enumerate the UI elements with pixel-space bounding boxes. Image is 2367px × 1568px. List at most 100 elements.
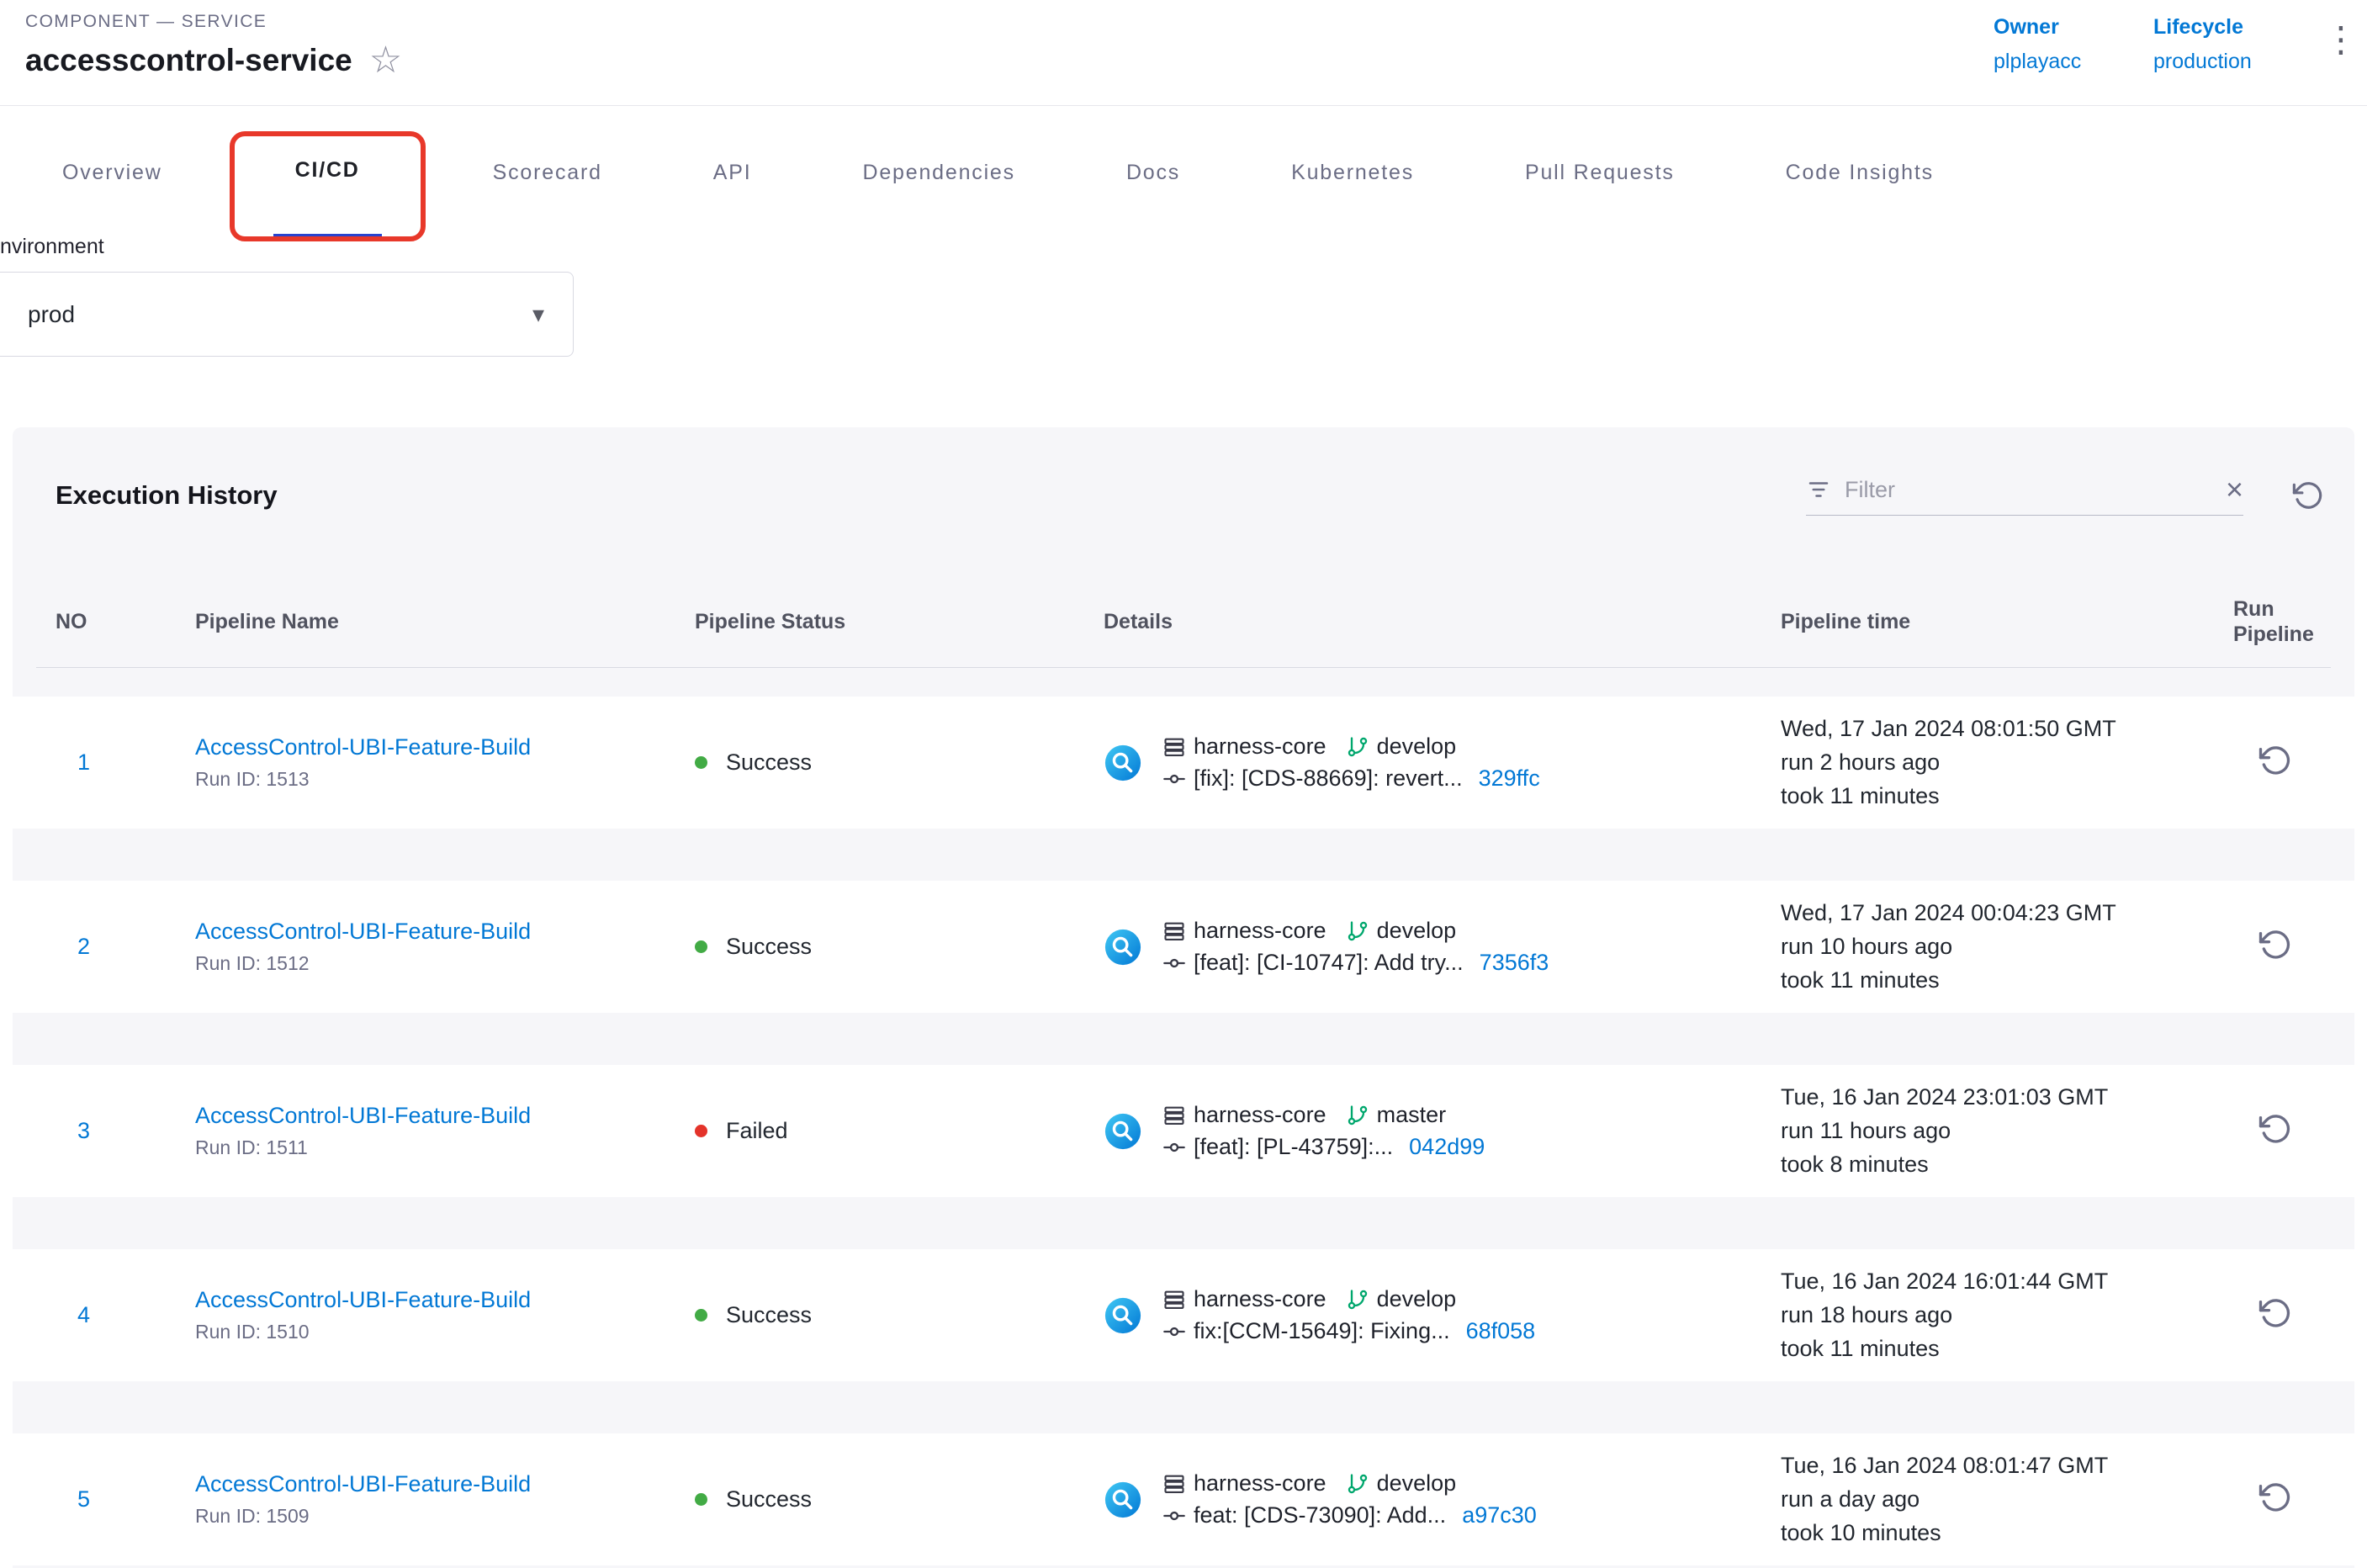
tab-scorecard[interactable]: Scorecard: [493, 106, 602, 239]
branch-icon: [1346, 735, 1369, 759]
chevron-down-icon: ▾: [532, 300, 544, 328]
pipeline-ran: run a day ago: [1781, 1486, 2233, 1513]
tab-code-insights[interactable]: Code Insights: [1786, 106, 1934, 239]
column-header-pipeline-time: Pipeline time: [1781, 610, 2233, 634]
tab-bar: Overview CI/CD Scorecard API Dependencie…: [0, 106, 2367, 239]
breadcrumb: COMPONENT — SERVICE: [25, 12, 267, 32]
status-label: Success: [726, 1486, 812, 1512]
tab-overview[interactable]: Overview: [62, 106, 162, 239]
repo-icon: [1162, 735, 1186, 759]
rerun-button[interactable]: [2258, 1296, 2292, 1330]
repo-name: harness-core: [1194, 1102, 1326, 1128]
commit-message: [feat]: [CI-10747]: Add try...: [1194, 950, 1464, 976]
pipeline-name-link[interactable]: AccessControl-UBI-Feature-Build: [195, 1103, 695, 1129]
branch-name: develop: [1377, 1470, 1457, 1496]
annotation-highlight-box: [230, 131, 426, 241]
repo-icon: [1162, 1472, 1186, 1496]
run-id: Run ID: 1513: [195, 768, 695, 791]
branch-icon: [1346, 1472, 1369, 1496]
kebab-menu-icon[interactable]: ⋮: [2323, 22, 2359, 57]
tab-ci-cd[interactable]: CI/CD: [273, 106, 382, 239]
commit-icon: [1162, 1320, 1186, 1343]
branch-icon: [1346, 919, 1369, 943]
rerun-button[interactable]: [2258, 1481, 2292, 1514]
filter-input[interactable]: [1845, 477, 2212, 503]
commit-hash-link[interactable]: 7356f3: [1480, 950, 1549, 976]
branch-name: develop: [1377, 1286, 1457, 1312]
tab-ci-cd-label: CI/CD: [295, 158, 360, 183]
environment-selected-value: prod: [28, 301, 75, 328]
commit-message: [feat]: [PL-43759]:...: [1194, 1134, 1393, 1160]
repo-name: harness-core: [1194, 1470, 1326, 1496]
owner-link[interactable]: plplayacc: [1994, 50, 2081, 74]
commit-message: [fix]: [CDS-88669]: revert...: [1194, 765, 1463, 792]
pipeline-duration: took 10 minutes: [1781, 1519, 2233, 1547]
table-row: 1 AccessControl-UBI-Feature-Build Run ID…: [13, 697, 2354, 829]
page-title: accesscontrol-service: [25, 43, 352, 78]
pipeline-name-link[interactable]: AccessControl-UBI-Feature-Build: [195, 919, 695, 945]
table-row: 3 AccessControl-UBI-Feature-Build Run ID…: [13, 1065, 2354, 1197]
rerun-button[interactable]: [2258, 928, 2292, 961]
commit-hash-link[interactable]: a97c30: [1462, 1502, 1537, 1528]
lifecycle-value: production: [2153, 50, 2252, 74]
status-label: Success: [726, 1302, 812, 1328]
commit-icon: [1162, 951, 1186, 975]
row-number: 2: [56, 934, 195, 960]
pipeline-icon: [1104, 744, 1142, 782]
rerun-button[interactable]: [2258, 744, 2292, 777]
tab-pull-requests[interactable]: Pull Requests: [1525, 106, 1675, 239]
status-dot: [695, 756, 707, 769]
run-id: Run ID: 1509: [195, 1505, 695, 1528]
commit-hash-link[interactable]: 68f058: [1466, 1318, 1536, 1344]
filter-icon: [1806, 477, 1831, 502]
execution-history-title: Execution History: [56, 480, 278, 511]
pipeline-name-link[interactable]: AccessControl-UBI-Feature-Build: [195, 1287, 695, 1313]
commit-icon: [1162, 1136, 1186, 1159]
status-label: Success: [726, 750, 812, 776]
table-row: 4 AccessControl-UBI-Feature-Build Run ID…: [13, 1249, 2354, 1381]
pipeline-time: Tue, 16 Jan 2024 16:01:44 GMT: [1781, 1268, 2233, 1295]
pipeline-duration: took 11 minutes: [1781, 967, 2233, 994]
run-id: Run ID: 1511: [195, 1136, 695, 1159]
commit-icon: [1162, 767, 1186, 791]
refresh-button[interactable]: [2292, 479, 2324, 511]
branch-name: develop: [1377, 918, 1457, 944]
commit-hash-link[interactable]: 329ffc: [1479, 765, 1540, 792]
status-label: Failed: [726, 1118, 788, 1144]
repo-icon: [1162, 1288, 1186, 1311]
tab-api[interactable]: API: [713, 106, 752, 239]
lifecycle-label: Lifecycle: [2153, 15, 2252, 40]
rerun-button[interactable]: [2258, 1112, 2292, 1146]
pipeline-name-link[interactable]: AccessControl-UBI-Feature-Build: [195, 1471, 695, 1497]
pipeline-name-link[interactable]: AccessControl-UBI-Feature-Build: [195, 734, 695, 760]
commit-message: fix:[CCM-15649]: Fixing...: [1194, 1318, 1450, 1344]
environment-section: nvironment prod ▾: [0, 234, 2367, 357]
page-header: COMPONENT — SERVICE accesscontrol-servic…: [0, 0, 2367, 106]
pipeline-icon: [1104, 1481, 1142, 1519]
branch-name: develop: [1377, 734, 1457, 760]
tab-kubernetes[interactable]: Kubernetes: [1291, 106, 1414, 239]
pipeline-ran: run 2 hours ago: [1781, 749, 2233, 776]
favorite-star-icon[interactable]: ☆: [369, 42, 402, 79]
tab-dependencies[interactable]: Dependencies: [863, 106, 1015, 239]
table-row: 2 AccessControl-UBI-Feature-Build Run ID…: [13, 881, 2354, 1013]
pipeline-time: Tue, 16 Jan 2024 23:01:03 GMT: [1781, 1083, 2233, 1111]
clear-filter-icon[interactable]: ×: [2226, 474, 2243, 505]
table-header-row: NO Pipeline Name Pipeline Status Details…: [13, 596, 2354, 647]
tab-docs[interactable]: Docs: [1126, 106, 1180, 239]
pipeline-time: Tue, 16 Jan 2024 08:01:47 GMT: [1781, 1452, 2233, 1480]
repo-icon: [1162, 919, 1186, 943]
row-number: 3: [56, 1118, 195, 1144]
pipeline-time: Wed, 17 Jan 2024 00:04:23 GMT: [1781, 899, 2233, 927]
column-header-pipeline-name: Pipeline Name: [195, 610, 695, 634]
row-number: 5: [56, 1486, 195, 1512]
commit-hash-link[interactable]: 042d99: [1409, 1134, 1485, 1160]
run-id: Run ID: 1512: [195, 952, 695, 975]
environment-select[interactable]: prod ▾: [0, 272, 574, 357]
row-number: 1: [56, 750, 195, 776]
column-header-run-pipeline: Run Pipeline: [2233, 596, 2338, 647]
table-body: 1 AccessControl-UBI-Feature-Build Run ID…: [13, 697, 2354, 1565]
table-header-divider: [36, 667, 2331, 668]
column-header-no: NO: [56, 610, 195, 634]
pipeline-icon: [1104, 1296, 1142, 1335]
